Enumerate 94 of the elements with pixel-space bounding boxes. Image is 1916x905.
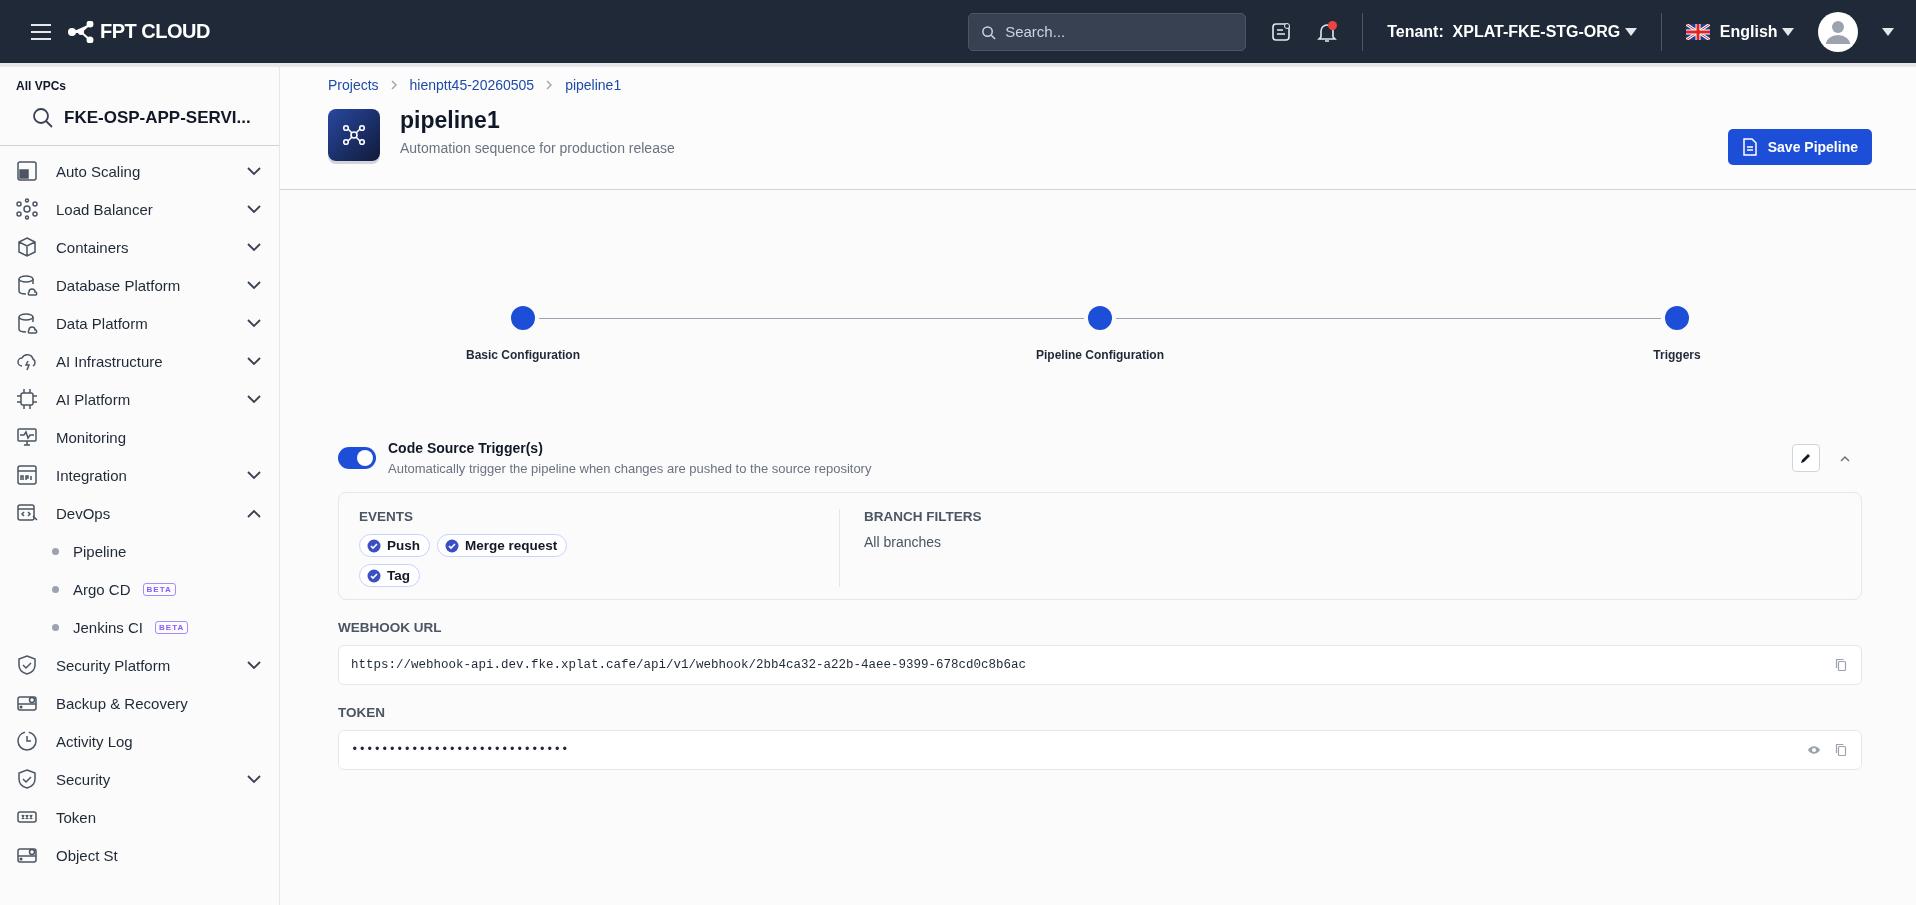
document-icon bbox=[1741, 138, 1758, 156]
menu-icon[interactable] bbox=[30, 22, 52, 41]
shield-icon bbox=[16, 768, 38, 790]
sidebar-item[interactable]: Containers bbox=[0, 228, 279, 266]
chevron-down-icon[interactable] bbox=[247, 394, 261, 404]
chevron-up-icon[interactable] bbox=[247, 508, 261, 518]
pencil-icon bbox=[1800, 452, 1812, 464]
token-label: TOKEN bbox=[338, 705, 386, 720]
chevron-down-icon[interactable] bbox=[247, 280, 261, 290]
sidebar-item[interactable]: Backup & Recovery bbox=[0, 684, 279, 722]
chip-icon bbox=[16, 388, 38, 410]
beta-badge: BETA bbox=[155, 620, 189, 634]
step-label: Triggers bbox=[1653, 348, 1701, 362]
api-icon bbox=[16, 464, 38, 486]
toggle-switch[interactable] bbox=[338, 447, 376, 469]
sidebar-item[interactable]: Object St bbox=[0, 836, 279, 874]
avatar-icon[interactable] bbox=[1818, 11, 1858, 52]
sidebar-subitem[interactable]: Argo CD BETA bbox=[0, 570, 279, 608]
branch-filter-value: All branches bbox=[864, 534, 943, 550]
caret-icon[interactable] bbox=[1882, 26, 1894, 37]
chevron-right-icon bbox=[390, 80, 398, 90]
sidebar-item[interactable]: AI Infrastructure bbox=[0, 342, 279, 380]
bullet-icon bbox=[52, 585, 59, 593]
bullet-icon bbox=[52, 623, 59, 631]
check-icon bbox=[367, 568, 381, 583]
webhook-url-label: WEBHOOK URL bbox=[338, 620, 443, 635]
monitor-icon bbox=[16, 426, 38, 448]
webhook-url-field[interactable]: https://webhook-api.dev.fke.xplat.cafe/api/v1/webhook/2bb4ca32-a22b-4aee-9399-678cd0c8b6ac bbox=[338, 645, 1862, 685]
page-title: pipeline1 bbox=[400, 106, 501, 134]
search-icon bbox=[981, 24, 997, 40]
sidebar-item[interactable]: AI Platform bbox=[0, 380, 279, 418]
search-field[interactable]: Search... bbox=[968, 12, 1247, 51]
save-pipeline-button[interactable]: Save Pipeline bbox=[1727, 129, 1872, 165]
chevron-down-icon[interactable] bbox=[247, 356, 261, 366]
chevron-right-icon bbox=[546, 80, 554, 90]
event-tag: Tag bbox=[359, 564, 420, 587]
edit-button[interactable] bbox=[1792, 444, 1820, 472]
event-tag: Push bbox=[359, 534, 430, 557]
pipeline-icon bbox=[328, 109, 380, 161]
sidebar-item[interactable]: Load Balancer bbox=[0, 190, 279, 228]
check-icon bbox=[367, 538, 381, 553]
events-label: EVENTS bbox=[359, 509, 414, 524]
database-icon bbox=[16, 274, 38, 296]
database-icon bbox=[16, 312, 38, 334]
code-icon bbox=[16, 502, 38, 524]
trigger-description: Automatically trigger the pipeline when changes are pushed to the source repository bbox=[388, 461, 873, 476]
event-tag: Merge request bbox=[437, 534, 568, 557]
chevron-down-icon[interactable] bbox=[247, 204, 261, 214]
sidebar-item[interactable]: Token bbox=[0, 798, 279, 836]
page-subtitle: Automation sequence for production release bbox=[400, 139, 676, 156]
scaling-icon bbox=[16, 160, 38, 182]
check-icon bbox=[445, 538, 459, 553]
branch-filters-label: BRANCH FILTERS bbox=[864, 509, 982, 524]
logo-icon bbox=[68, 20, 94, 43]
beta-badge: BETA bbox=[142, 582, 176, 596]
sidebar-subitem[interactable]: Jenkins CI BETA bbox=[0, 608, 279, 646]
sidebar-item[interactable]: Monitoring bbox=[0, 418, 279, 456]
chevron-down-icon[interactable] bbox=[247, 242, 261, 252]
logo-text: FPT CLOUD bbox=[100, 20, 210, 43]
chevron-down-icon[interactable] bbox=[247, 318, 261, 328]
cube-icon bbox=[16, 236, 38, 258]
tenant-selector[interactable]: Tenant: XPLAT-FKE-STG-ORG bbox=[1387, 22, 1637, 41]
caret-icon bbox=[1782, 26, 1794, 37]
shield-icon bbox=[16, 654, 38, 676]
clock-icon bbox=[16, 730, 38, 752]
sidebar-item[interactable]: Security bbox=[0, 760, 279, 798]
trigger-title: Code Source Trigger(s) bbox=[388, 440, 544, 456]
step-label: Basic Configuration bbox=[466, 348, 580, 362]
chevron-up-icon[interactable] bbox=[1840, 454, 1850, 462]
breadcrumb-link[interactable]: Projects bbox=[328, 77, 379, 93]
chevron-down-icon[interactable] bbox=[247, 660, 261, 670]
caret-icon bbox=[1624, 26, 1637, 37]
chevron-down-icon[interactable] bbox=[247, 774, 261, 784]
sidebar-item[interactable]: Data Platform bbox=[0, 304, 279, 342]
network-icon bbox=[16, 198, 38, 220]
bullet-icon bbox=[52, 547, 59, 555]
step-label: Pipeline Configuration bbox=[1036, 348, 1164, 362]
language-selector[interactable]: English bbox=[1719, 22, 1794, 41]
chevron-down-icon[interactable] bbox=[247, 470, 261, 480]
document-icon[interactable] bbox=[1270, 20, 1293, 43]
breadcrumb-link[interactable]: hienptt45-20260505 bbox=[409, 77, 535, 93]
sidebar-item[interactable]: Activity Log bbox=[0, 722, 279, 760]
chevron-down-icon[interactable] bbox=[247, 166, 261, 176]
breadcrumb-link[interactable]: pipeline1 bbox=[565, 77, 622, 93]
sidebar-subitem[interactable]: Pipeline bbox=[0, 532, 279, 570]
sidebar-item[interactable]: Auto Scaling bbox=[0, 152, 279, 190]
uk-flag-icon bbox=[1685, 23, 1710, 40]
sidebar-item[interactable]: Integration bbox=[0, 456, 279, 494]
sidebar-item[interactable]: DevOps bbox=[0, 494, 279, 532]
vpc-selector[interactable]: FKE-OSP-APP-SERVI... bbox=[32, 107, 263, 129]
sidebar-item[interactable]: Security Platform bbox=[0, 646, 279, 684]
search-icon bbox=[32, 107, 54, 129]
vpc-label: All VPCs bbox=[16, 79, 67, 93]
sidebar-item[interactable]: Database Platform bbox=[0, 266, 279, 304]
